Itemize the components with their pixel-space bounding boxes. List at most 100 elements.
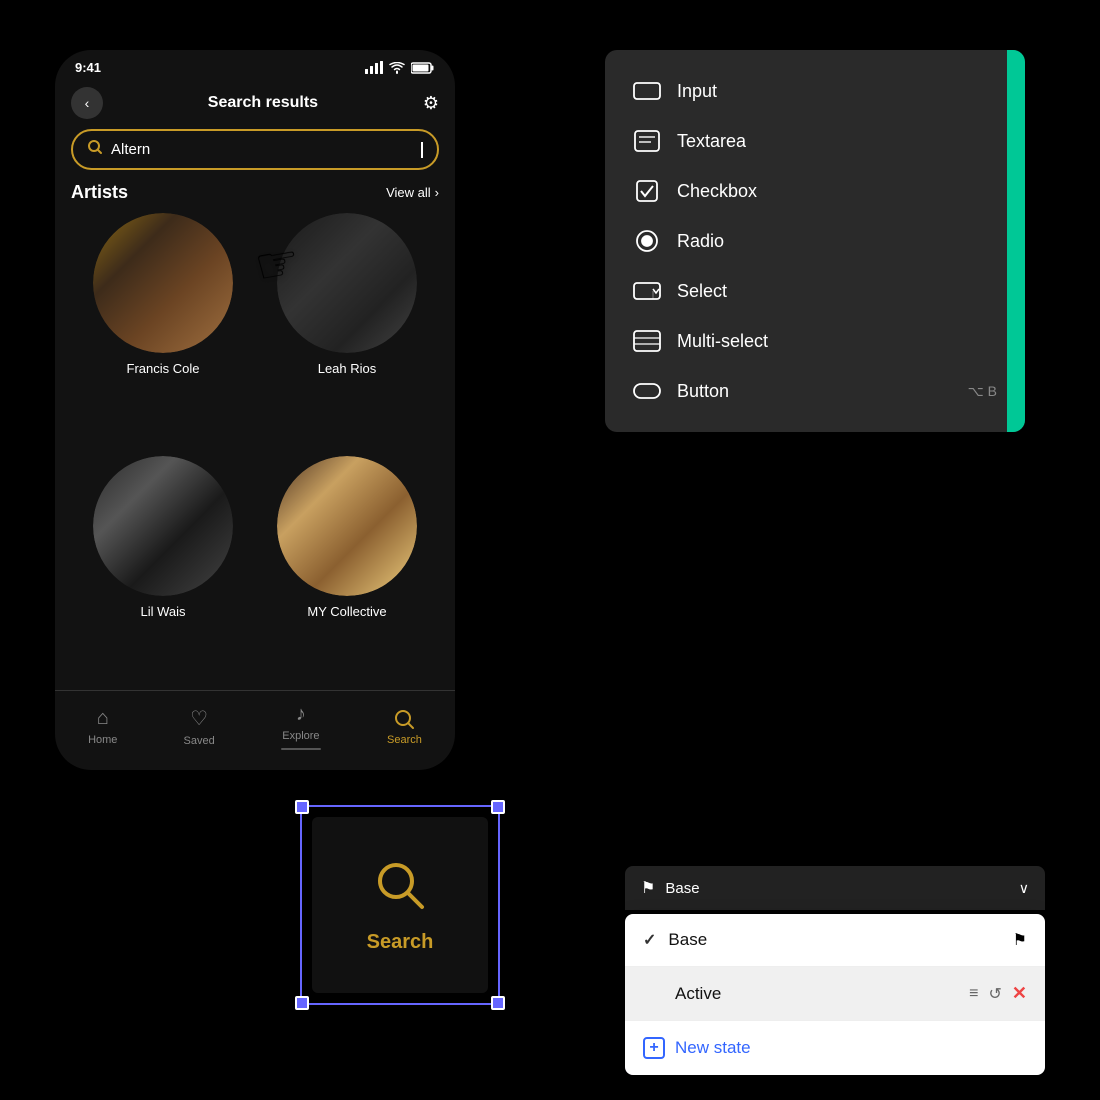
menu-label-button: Button [677,381,952,402]
search-big-icon [372,857,428,925]
menu-label-textarea: Textarea [677,131,997,152]
artist-name-0: Francis Cole [127,361,200,376]
home-label: Home [88,734,117,746]
textarea-icon [633,130,661,152]
new-state-label: New state [675,1038,751,1058]
lines-icon[interactable]: ≡ [969,985,978,1003]
explore-label: Explore [282,730,319,742]
explore-underline [281,748,321,750]
multiselect-icon [633,330,661,352]
artist-item-2[interactable]: Lil Wais [79,456,247,683]
mobile-app-panel: 9:41 ‹ Search [55,50,455,770]
menu-item-multiselect[interactable]: Multi-select [605,316,1025,366]
artists-grid: Francis Cole Leah Rios Lil Wais MY Colle… [55,213,455,682]
state-row-actions: ≡ ↺ ✕ [969,983,1027,1004]
avatar-bg-3 [277,456,417,596]
artist-item-0[interactable]: Francis Cole [79,213,247,440]
settings-button[interactable]: ⚙ [423,93,439,114]
input-icon [633,80,661,102]
new-state-row[interactable]: + New state [625,1021,1045,1075]
teal-accent-bar [1007,50,1025,432]
button-icon [633,380,661,402]
menu-label-multiselect: Multi-select [677,331,997,352]
artist-avatar-2 [93,456,233,596]
chevron-down-icon: ∨ [1019,880,1029,897]
artist-name-3: MY Collective [307,604,386,619]
avatar-bg-2 [93,456,233,596]
time-display: 9:41 [75,60,101,75]
search-nav-icon [393,708,415,730]
saved-label: Saved [184,735,215,747]
artists-title: Artists [71,182,128,203]
artist-item-1[interactable]: Leah Rios [263,213,431,440]
menu-item-select[interactable]: Select [605,266,1025,316]
status-icons [365,61,435,74]
view-all-button[interactable]: View all › [386,185,439,200]
state-panel: ⚑ Base ∨ ✓ Base ⚑ Active ≡ ↺ ✕ + Ne [625,866,1045,1075]
state-flag-base: ⚑ [1013,930,1027,950]
saved-icon: ♡ [190,706,208,731]
text-cursor [421,142,423,158]
bottom-nav: ⌂ Home ♡ Saved ♪ Explore Search [55,690,455,770]
menu-item-textarea[interactable]: Textarea [605,116,1025,166]
reset-icon[interactable]: ↺ [989,984,1002,1004]
search-component-inner: Search [312,817,488,993]
artist-avatar-1 [277,213,417,353]
avatar-bg-0 [93,213,233,353]
handle-top-right[interactable] [491,800,505,814]
checkbox-icon [633,180,661,202]
state-header-label: Base [665,880,1008,897]
artist-avatar-0 [93,213,233,353]
button-shortcut: ⌥ B [968,383,997,400]
nav-saved[interactable]: ♡ Saved [184,706,215,747]
state-list: ✓ Base ⚑ Active ≡ ↺ ✕ + New state [625,914,1045,1075]
delete-icon[interactable]: ✕ [1012,983,1027,1004]
wifi-icon [389,62,405,74]
home-icon: ⌂ [97,707,109,730]
signal-icon [365,61,383,74]
search-icon-yellow [87,139,103,160]
nav-home[interactable]: ⌂ Home [88,707,117,746]
search-bar[interactable]: Altern [71,129,439,170]
menu-item-input[interactable]: Input [605,66,1025,116]
plus-icon: + [643,1037,665,1059]
search-component-label: Search [367,931,434,954]
artist-item-3[interactable]: MY Collective [263,456,431,683]
state-dropdown-header[interactable]: ⚑ Base ∨ [625,866,1045,910]
battery-icon [411,62,435,74]
component-menu: Input Textarea Checkbox [605,50,1025,432]
handle-bottom-left[interactable] [295,996,309,1010]
app-header: ‹ Search results ⚙ [55,79,455,125]
artist-name-2: Lil Wais [140,604,185,619]
nav-search[interactable]: Search [387,708,422,746]
menu-label-select: Select [677,281,997,302]
handle-top-left[interactable] [295,800,309,814]
state-row-active[interactable]: Active ≡ ↺ ✕ [625,967,1045,1021]
artist-avatar-3 [277,456,417,596]
nav-explore[interactable]: ♪ Explore [281,703,321,750]
artist-name-1: Leah Rios [318,361,377,376]
artists-section-header: Artists View all › [55,182,455,213]
menu-item-button[interactable]: Button ⌥ B [605,366,1025,416]
avatar-bg-1 [277,213,417,353]
base-flag-icon: ⚑ [641,878,655,898]
menu-item-checkbox[interactable]: Checkbox [605,166,1025,216]
back-button[interactable]: ‹ [71,87,103,119]
check-icon: ✓ [643,930,656,950]
state-name-active: Active [675,984,957,1004]
menu-item-radio[interactable]: Radio [605,216,1025,266]
select-icon [633,280,661,302]
search-nav-label: Search [387,734,422,746]
explore-icon: ♪ [296,703,306,726]
handle-bottom-right[interactable] [491,996,505,1010]
menu-label-checkbox: Checkbox [677,181,997,202]
menu-label-radio: Radio [677,231,997,252]
search-input-value: Altern [111,141,412,158]
search-component[interactable]: Search [300,805,500,1005]
radio-icon [633,230,661,252]
state-name-base: Base [668,930,1000,950]
app-title: Search results [208,94,318,112]
menu-label-input: Input [677,81,997,102]
state-row-base[interactable]: ✓ Base ⚑ [625,914,1045,967]
status-bar: 9:41 [55,50,455,79]
